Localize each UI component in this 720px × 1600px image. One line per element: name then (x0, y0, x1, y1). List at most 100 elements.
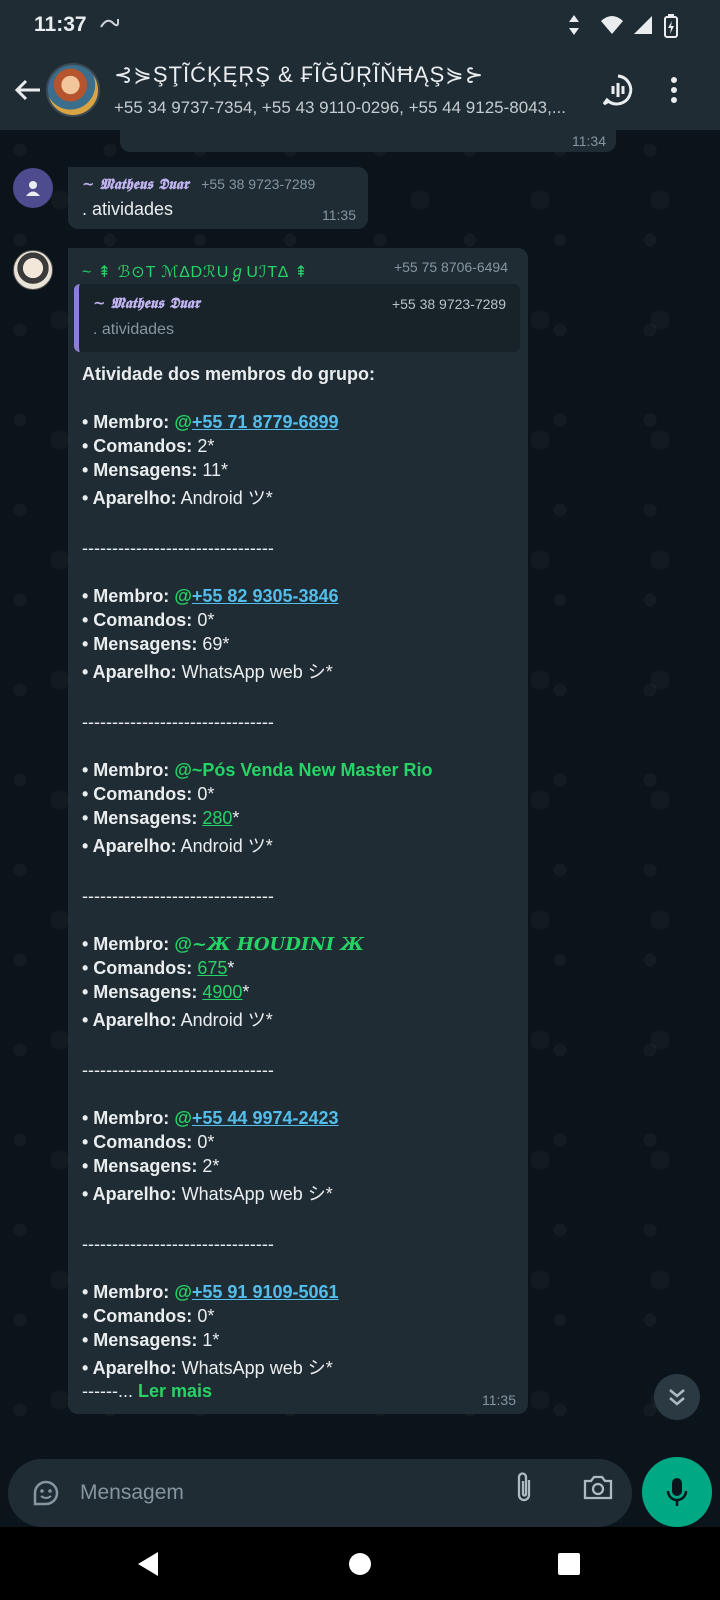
messages-label: • Mensagens: (82, 1330, 198, 1350)
notification-icon (99, 15, 119, 36)
commands-label: • Comandos: (82, 784, 193, 804)
chat-area[interactable]: 11:34 ~ 𝕸𝖆𝖙𝖍𝖊𝖚𝖘 𝕯𝖚𝖆𝖗 +55 38 9723-7289 . … (0, 130, 720, 1453)
asterisk: * (207, 436, 215, 456)
messages-label: • Mensagens: (82, 460, 198, 480)
quoted-message[interactable]: ~ 𝕸𝖆𝖙𝖍𝖊𝖚𝖘 𝕯𝖚𝖆𝖗 +55 38 9723-7289 . ativid… (74, 284, 520, 352)
read-more-link[interactable]: Ler mais (138, 1381, 212, 1401)
member-line: • Membro: @+55 44 9974-2423 (82, 1106, 512, 1130)
device-label: • Aparelho: (82, 1184, 177, 1204)
commands-label: • Comandos: (82, 610, 193, 630)
bot-message-bubble[interactable]: ~ ⇞ ℬ⊙T ℳ∆DℛUℊUℐT∆ ⇞ +55 75 8706-6494 ~ … (68, 248, 528, 1414)
back-button[interactable] (4, 66, 52, 114)
message-time: 11:35 (322, 207, 356, 223)
read-more-prefix: ------... (82, 1381, 133, 1401)
message-time: 11:34 (572, 133, 606, 149)
asterisk: * (242, 982, 250, 1002)
previous-message-bubble[interactable]: 11:34 (120, 130, 616, 152)
messages-value: 69 (202, 634, 223, 654)
quoted-sender-phone: +55 38 9723-7289 (391, 296, 506, 312)
mention-at: @ (174, 1282, 192, 1302)
device-line: • Aparelho: Android ツ* (82, 830, 512, 860)
commands-line: • Comandos: 2* (82, 434, 512, 458)
nav-back-button[interactable] (131, 1547, 165, 1581)
mention-at: @ (174, 760, 192, 780)
device-line: • Aparelho: WhatsApp web シ* (82, 1352, 512, 1382)
triangle-back-icon (138, 1552, 158, 1576)
member-label: • Membro: (82, 934, 170, 954)
camera-icon (583, 1475, 613, 1500)
voice-chat-icon (602, 74, 633, 106)
asterisk: * (212, 1330, 220, 1350)
member-label: • Membro: (82, 1282, 170, 1302)
nav-home-button[interactable] (343, 1547, 377, 1581)
scroll-to-bottom-button[interactable] (654, 1374, 700, 1420)
messages-value[interactable]: 280 (202, 808, 232, 828)
member-line: • Membro: @~Pós Venda New Master Rio (82, 758, 512, 782)
member-mention[interactable]: +55 44 9974-2423 (192, 1108, 339, 1128)
device-value: WhatsApp web シ (181, 1184, 326, 1204)
separator: -------------------------------- (82, 1060, 274, 1080)
messages-value[interactable]: 4900 (202, 982, 242, 1002)
messages-line: • Mensagens: 1* (82, 1328, 512, 1352)
more-options-button[interactable] (654, 70, 694, 110)
device-value: WhatsApp web シ (181, 662, 326, 682)
group-info[interactable]: ⊰⋟ŞŢĨĆĶĘŖŞ & ₣ĨĞŨŖĨŇĦĄŞ⋟⊱ +55 34 9737-73… (114, 62, 614, 118)
asterisk: * (221, 460, 229, 480)
camera-button[interactable] (578, 1467, 618, 1507)
voice-record-button[interactable] (642, 1457, 712, 1527)
device-label: • Aparelho: (82, 1358, 177, 1378)
member-mention[interactable]: ~Pós Venda New Master Rio (192, 760, 433, 780)
group-avatar[interactable] (46, 63, 100, 117)
mention-at: @ (174, 586, 192, 606)
member-line: • Membro: @+55 71 8779-6899 (82, 410, 512, 434)
member-mention[interactable]: +55 71 8779-6899 (192, 412, 339, 432)
report-heading: Atividade dos membros do grupo: (82, 364, 376, 384)
nav-recents-button[interactable] (552, 1547, 586, 1581)
member-line: • Membro: @~Ж HOUDINI Ж (82, 932, 512, 956)
messages-line: • Mensagens: 11* (82, 458, 512, 482)
member-mention[interactable]: +55 91 9109-5061 (192, 1282, 339, 1302)
commands-value: 0 (197, 610, 208, 630)
group-title: ⊰⋟ŞŢĨĆĶĘŖŞ & ₣ĨĞŨŖĨŇĦĄŞ⋟⊱ (114, 62, 485, 87)
quoted-sender-name: ~ 𝕸𝖆𝖙𝖍𝖊𝖚𝖘 𝕯𝖚𝖆𝖗 (93, 294, 200, 312)
asterisk: * (265, 1010, 273, 1030)
asterisk: * (227, 958, 235, 978)
message-bubble[interactable]: ~ 𝕸𝖆𝖙𝖍𝖊𝖚𝖘 𝕯𝖚𝖆𝖗 +55 38 9723-7289 . ativid… (68, 167, 368, 229)
member-mention[interactable]: ~Ж HOUDINI Ж (192, 934, 364, 955)
commands-label: • Comandos: (82, 436, 193, 456)
message-input[interactable] (80, 1481, 480, 1505)
member-mention[interactable]: +55 82 9305-3846 (192, 586, 339, 606)
commands-value[interactable]: 675 (197, 958, 227, 978)
member-label: • Membro: (82, 412, 170, 432)
mention-at: @ (174, 412, 192, 432)
messages-line: • Mensagens: 69* (82, 632, 512, 656)
member-line: • Membro: @+55 91 9109-5061 (82, 1280, 512, 1304)
bot-sender-phone: +55 75 8706-6494 (393, 259, 508, 275)
device-label: • Aparelho: (82, 662, 177, 682)
member-label: • Membro: (82, 760, 170, 780)
device-label: • Aparelho: (82, 836, 177, 856)
bot-avatar[interactable] (13, 250, 53, 290)
member-label: • Membro: (82, 1108, 170, 1128)
messages-line: • Mensagens: 4900* (82, 980, 512, 1004)
voice-chat-button[interactable] (598, 70, 638, 110)
sender-avatar[interactable] (13, 168, 53, 208)
commands-value: 0 (197, 1306, 208, 1326)
bot-sender-name[interactable]: ~ ⇞ ℬ⊙T ℳ∆DℛUℊUℐT∆ ⇞ (82, 258, 309, 282)
separator: -------------------------------- (82, 538, 274, 558)
commands-label: • Comandos: (82, 1132, 193, 1152)
asterisk: * (325, 1358, 333, 1378)
device-label: • Aparelho: (82, 488, 177, 508)
asterisk: * (325, 662, 333, 682)
asterisk: * (207, 784, 215, 804)
sender-name[interactable]: ~ 𝕸𝖆𝖙𝖍𝖊𝖚𝖘 𝕯𝖚𝖆𝖗 (82, 175, 189, 193)
system-nav-bar (0, 1527, 720, 1600)
messages-line: • Mensagens: 280* (82, 806, 512, 830)
microphone-icon (666, 1478, 688, 1506)
messages-label: • Mensagens: (82, 982, 198, 1002)
attach-button[interactable] (504, 1467, 544, 1507)
mention-at: @ (174, 1108, 192, 1128)
emoji-button[interactable] (26, 1473, 66, 1513)
sender-phone: +55 38 9723-7289 (201, 176, 316, 192)
device-line: • Aparelho: Android ツ* (82, 1004, 512, 1034)
